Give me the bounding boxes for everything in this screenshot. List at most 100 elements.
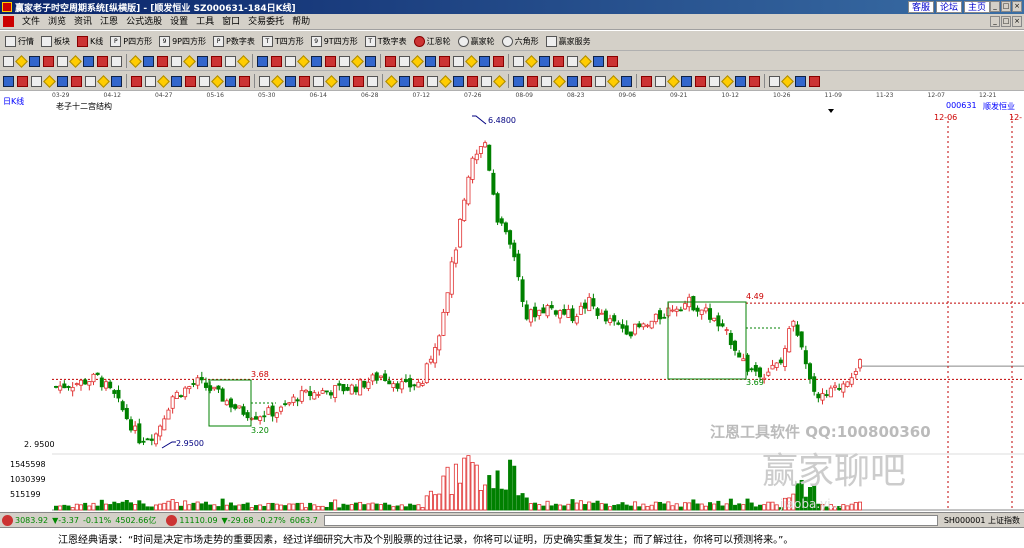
menu-tools[interactable]: 工具 — [192, 16, 218, 28]
analysis-tool-icon[interactable] — [595, 75, 606, 87]
analysis-tool-icon[interactable] — [57, 75, 68, 87]
menu-info[interactable]: 资讯 — [70, 16, 96, 28]
drawing-tool-icon[interactable] — [257, 55, 268, 67]
drawing-tool-icon[interactable] — [15, 54, 28, 68]
drawing-tool-icon[interactable] — [399, 55, 410, 67]
analysis-tool-icon[interactable] — [71, 75, 82, 87]
drawing-tool-icon[interactable] — [285, 55, 296, 67]
analysis-tool-icon[interactable] — [513, 75, 524, 87]
drawing-tool-icon[interactable] — [385, 55, 396, 67]
link-home[interactable]: 主页 — [963, 1, 990, 13]
drawing-tool-icon[interactable] — [237, 54, 250, 68]
drawing-tool-icon[interactable] — [57, 55, 68, 67]
analysis-tool-icon[interactable] — [413, 75, 424, 87]
analysis-tool-icon[interactable] — [453, 75, 464, 87]
analysis-tool-icon[interactable] — [239, 75, 250, 87]
child-minimize-button[interactable]: _ — [990, 16, 1000, 27]
analysis-tool-icon[interactable] — [17, 75, 28, 87]
minimize-button[interactable]: _ — [990, 1, 1000, 12]
drawing-tool-icon[interactable] — [479, 55, 490, 67]
drawing-tool-icon[interactable] — [111, 55, 122, 67]
menu-browse[interactable]: 浏览 — [44, 16, 70, 28]
analysis-tool-icon[interactable] — [313, 75, 324, 87]
drawing-tool-icon[interactable] — [325, 55, 336, 67]
drawing-tool-icon[interactable] — [351, 54, 364, 68]
drawing-tool-icon[interactable] — [539, 55, 550, 67]
analysis-tool-icon[interactable] — [145, 75, 156, 87]
analysis-tool-icon[interactable] — [43, 74, 56, 88]
drawing-tool-icon[interactable] — [211, 55, 222, 67]
analysis-tool-icon[interactable] — [621, 75, 632, 87]
drawing-tool-icon[interactable] — [171, 55, 182, 67]
p-table-button[interactable]: P P数字表 — [211, 35, 257, 47]
drawing-tool-icon[interactable] — [271, 55, 282, 67]
analysis-tool-icon[interactable] — [467, 75, 478, 87]
analysis-tool-icon[interactable] — [353, 75, 364, 87]
analysis-tool-icon[interactable] — [541, 75, 552, 87]
analysis-tool-icon[interactable] — [607, 74, 620, 88]
gann-wheel-button[interactable]: 江恩轮 — [412, 35, 453, 47]
drawing-tool-icon[interactable] — [453, 55, 464, 67]
sector-button[interactable]: 板块 — [39, 35, 72, 47]
drawing-tool-icon[interactable] — [579, 54, 592, 68]
analysis-tool-icon[interactable] — [171, 75, 182, 87]
analysis-tool-icon[interactable] — [781, 74, 794, 88]
quote-button[interactable]: 行情 — [3, 35, 36, 47]
analysis-tool-icon[interactable] — [31, 75, 42, 87]
drawing-tool-icon[interactable] — [197, 55, 208, 67]
analysis-tool-icon[interactable] — [339, 75, 350, 87]
drawing-tool-icon[interactable] — [29, 55, 40, 67]
horizontal-scrollbar[interactable] — [323, 514, 938, 526]
menu-file[interactable]: 文件 — [18, 16, 44, 28]
link-forum[interactable]: 论坛 — [935, 1, 962, 13]
analysis-tool-icon[interactable] — [427, 75, 438, 87]
child-maximize-button[interactable]: □ — [1001, 16, 1011, 27]
drawing-tool-icon[interactable] — [365, 55, 376, 67]
analysis-tool-icon[interactable] — [271, 74, 284, 88]
drawing-tool-icon[interactable] — [297, 54, 310, 68]
drawing-tool-icon[interactable] — [83, 55, 94, 67]
drawing-tool-icon[interactable] — [513, 55, 524, 67]
analysis-tool-icon[interactable] — [749, 75, 760, 87]
kline-chart[interactable]: 03-29 04-12 04-27 05-16 05-30 06-14 06-28 07-12… — [0, 92, 1024, 512]
hexagon-button[interactable]: 六角形 — [500, 35, 541, 47]
analysis-tool-icon[interactable] — [131, 75, 142, 87]
analysis-tool-icon[interactable] — [769, 75, 780, 87]
drawing-tool-icon[interactable] — [143, 55, 154, 67]
drawing-tool-icon[interactable] — [157, 55, 168, 67]
analysis-tool-icon[interactable] — [157, 74, 170, 88]
winner-wheel-button[interactable]: 赢家轮 — [456, 35, 497, 47]
drawing-tool-icon[interactable] — [339, 55, 350, 67]
analysis-tool-icon[interactable] — [481, 75, 492, 87]
analysis-tool-icon[interactable] — [439, 74, 452, 88]
analysis-tool-icon[interactable] — [809, 75, 820, 87]
analysis-tool-icon[interactable] — [225, 75, 236, 87]
analysis-tool-icon[interactable] — [285, 75, 296, 87]
winner-service-button[interactable]: 赢家服务 — [544, 35, 593, 47]
t-table-button[interactable]: T T数字表 — [363, 35, 409, 47]
drawing-tool-icon[interactable] — [465, 54, 478, 68]
menu-gann[interactable]: 江恩 — [96, 16, 122, 28]
analysis-tool-icon[interactable] — [299, 75, 310, 87]
menu-window[interactable]: 窗口 — [218, 16, 244, 28]
analysis-tool-icon[interactable] — [85, 75, 96, 87]
menu-formula[interactable]: 公式选股 — [122, 16, 166, 28]
analysis-tool-icon[interactable] — [735, 75, 746, 87]
drawing-tool-icon[interactable] — [97, 55, 108, 67]
drawing-tool-icon[interactable] — [311, 55, 322, 67]
drawing-tool-icon[interactable] — [567, 55, 578, 67]
analysis-tool-icon[interactable] — [259, 75, 270, 87]
analysis-tool-icon[interactable] — [199, 75, 210, 87]
drawing-tool-icon[interactable] — [225, 55, 236, 67]
drawing-tool-icon[interactable] — [69, 54, 82, 68]
analysis-tool-icon[interactable] — [97, 74, 110, 88]
link-service[interactable]: 客服 — [907, 1, 934, 13]
drawing-tool-icon[interactable] — [525, 54, 538, 68]
sz-market-icon[interactable] — [166, 514, 178, 526]
kline-button[interactable]: K线 — [75, 35, 105, 47]
drawing-tool-icon[interactable] — [493, 55, 504, 67]
menu-help[interactable]: 帮助 — [288, 16, 314, 28]
maximize-button[interactable]: □ — [1001, 1, 1011, 12]
market-icon[interactable] — [2, 514, 13, 526]
analysis-tool-icon[interactable] — [667, 74, 680, 88]
